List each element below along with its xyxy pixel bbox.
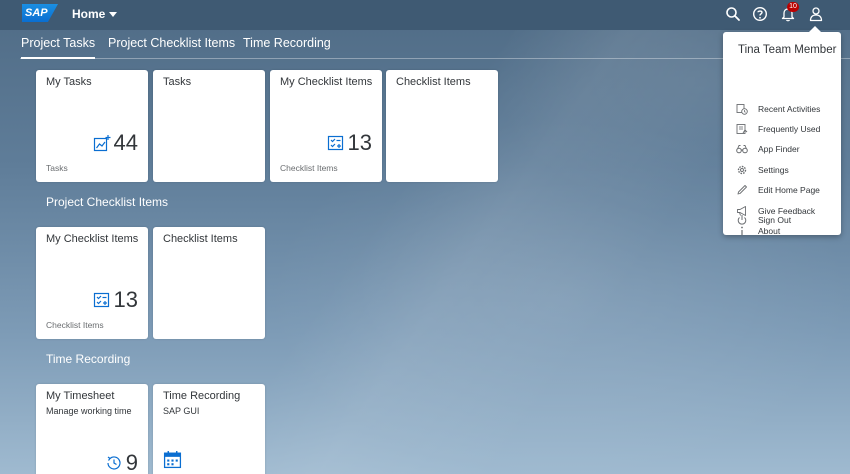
frequently-used-icon	[736, 124, 748, 134]
tile-kpi: 44	[93, 132, 138, 154]
menu-label: App Finder	[758, 144, 800, 154]
kpi-value: 44	[113, 130, 138, 155]
tile-my-timesheet[interactable]: My Timesheet Manage working time 9	[36, 384, 148, 474]
menu-label: Settings	[758, 165, 789, 175]
tile-title: Time Recording	[163, 390, 241, 402]
tile-subtitle: Manage working time	[46, 406, 132, 416]
tile-title: My Tasks	[46, 76, 92, 88]
chevron-down-icon	[109, 11, 118, 17]
task-chart-icon	[93, 135, 111, 152]
tile-title: My Timesheet	[46, 390, 115, 402]
user-icon[interactable]	[808, 6, 824, 22]
clock-history-icon	[107, 456, 121, 470]
kpi-value: 13	[347, 130, 372, 155]
kpi-value: 13	[113, 287, 138, 312]
binoculars-icon	[736, 145, 748, 154]
menu-item-sign-out[interactable]: Sign Out	[736, 212, 791, 228]
tile-kpi: 13	[327, 132, 372, 154]
anchor-project-checklist-items[interactable]: Project Checklist Items	[108, 36, 235, 50]
checklist-icon	[93, 292, 109, 308]
user-actions-menu: Tina Team Member Recent Activities Frequ…	[723, 26, 841, 236]
menu-item-edit-home-page[interactable]: Edit Home Page	[736, 182, 820, 198]
shell-header: SAP Home 10	[0, 0, 850, 30]
menu-label: Sign Out	[758, 215, 792, 225]
recent-activities-icon	[736, 104, 748, 115]
tile-time-recording[interactable]: Time Recording SAP GUI	[153, 384, 265, 474]
kpi-value: 9	[125, 450, 138, 474]
tile-title: Tasks	[163, 76, 192, 88]
anchor-project-tasks[interactable]: Project Tasks	[21, 36, 96, 59]
menu-item-app-finder[interactable]: App Finder	[736, 141, 800, 157]
menu-item-frequently-used[interactable]: Frequently Used	[736, 121, 820, 137]
group-title-time-recording: Time Recording	[46, 352, 131, 366]
user-name: Tina Team Member	[738, 44, 837, 56]
home-label: Home	[72, 7, 106, 21]
tile-subtitle: SAP GUI	[163, 406, 200, 416]
power-icon	[737, 215, 747, 225]
menu-label: Edit Home Page	[758, 185, 820, 195]
tile-my-tasks[interactable]: My Tasks 44 Tasks	[36, 70, 148, 182]
tile-title: My Checklist Items	[46, 233, 139, 245]
tile-tasks[interactable]: Tasks	[153, 70, 265, 182]
anchor-time-recording[interactable]: Time Recording	[243, 36, 331, 50]
gear-icon	[737, 165, 747, 175]
menu-label: Recent Activities	[758, 104, 821, 114]
menu-label: Frequently Used	[758, 124, 821, 134]
notification-badge: 10	[787, 2, 799, 12]
pencil-icon	[737, 185, 747, 195]
menu-item-settings[interactable]: Settings	[736, 162, 789, 178]
sap-logo[interactable]: SAP	[22, 4, 58, 22]
help-icon[interactable]	[752, 6, 768, 22]
tile-kpi: 9	[105, 452, 138, 474]
tile-checklist-items[interactable]: Checklist Items	[386, 70, 498, 182]
tile-checklist-items[interactable]: Checklist Items	[153, 227, 265, 339]
tile-title: Checklist Items	[163, 233, 238, 245]
tile-title: Checklist Items	[396, 76, 471, 88]
group-title-project-checklist-items: Project Checklist Items	[46, 195, 169, 209]
tile-my-checklist-items[interactable]: My Checklist Items 13 Checklist Items	[36, 227, 148, 339]
tile-kpi: 13	[93, 289, 138, 311]
tile-title: My Checklist Items	[280, 76, 373, 88]
calendar-icon	[163, 451, 182, 469]
menu-item-recent-activities[interactable]: Recent Activities	[736, 101, 820, 117]
checklist-icon	[327, 135, 343, 151]
tile-footer: Checklist Items	[280, 163, 338, 173]
search-icon[interactable]	[725, 6, 741, 22]
tile-my-checklist-items[interactable]: My Checklist Items 13 Checklist Items	[270, 70, 382, 182]
home-menu-button[interactable]: Home	[72, 7, 118, 21]
tile-footer: Checklist Items	[46, 320, 104, 330]
tile-footer: Tasks	[46, 163, 68, 173]
